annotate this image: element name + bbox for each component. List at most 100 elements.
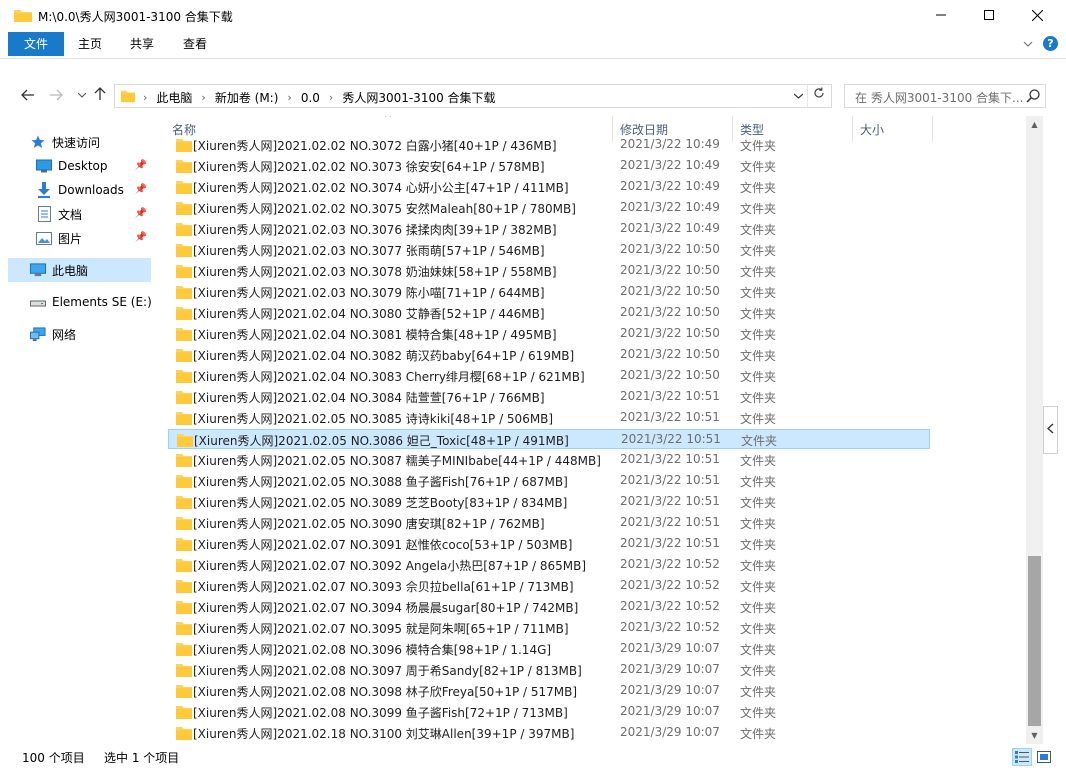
- chevron-right-icon[interactable]: ›: [143, 91, 147, 104]
- file-row[interactable]: [Xiuren秀人网]2021.02.04 NO.3081 模特合集[48+1P…: [168, 324, 930, 344]
- tab-home[interactable]: 主页: [66, 32, 114, 56]
- file-row[interactable]: [Xiuren秀人网]2021.02.05 NO.3085 诗诗kiki[48+…: [168, 408, 930, 428]
- minimize-button[interactable]: [918, 0, 964, 30]
- file-row[interactable]: [Xiuren秀人网]2021.02.08 NO.3099 鱼子酱Fish[72…: [168, 702, 930, 722]
- search-icon[interactable]: [1025, 88, 1041, 104]
- large-icons-view-button[interactable]: [1034, 748, 1054, 766]
- up-button[interactable]: [90, 86, 110, 106]
- file-type: 文件夹: [740, 559, 777, 573]
- file-row[interactable]: [Xiuren秀人网]2021.02.07 NO.3094 杨晨晨sugar[8…: [168, 597, 930, 617]
- tab-file[interactable]: 文件: [8, 32, 64, 56]
- column-divider[interactable]: [932, 116, 933, 142]
- file-row[interactable]: [Xiuren秀人网]2021.02.05 NO.3090 唐安琪[82+1P …: [168, 513, 930, 533]
- folder-icon: [176, 307, 192, 320]
- refresh-button[interactable]: [807, 85, 829, 107]
- expand-ribbon-icon[interactable]: [1023, 40, 1033, 48]
- file-row[interactable]: [Xiuren秀人网]2021.02.05 NO.3089 芝芝Booty[83…: [168, 492, 930, 512]
- chevron-right-icon[interactable]: ›: [201, 91, 205, 104]
- file-name: [Xiuren秀人网]2021.02.04 NO.3083 Cherry绯月樱[…: [193, 370, 585, 384]
- pin-icon[interactable]: 📌: [135, 160, 147, 171]
- file-name: [Xiuren秀人网]2021.02.02 NO.3075 安然Maleah[8…: [193, 202, 576, 216]
- file-name: [Xiuren秀人网]2021.02.08 NO.3097 周于希Sandy[8…: [193, 664, 582, 678]
- search-box[interactable]: 在 秀人网3001-3100 合集下...: [844, 84, 1046, 108]
- file-date: 2021/3/29 10:07: [620, 725, 720, 739]
- nav-network[interactable]: 网络: [30, 322, 151, 346]
- file-row[interactable]: [Xiuren秀人网]2021.02.02 NO.3074 心妍小公主[47+1…: [168, 177, 930, 197]
- file-name: [Xiuren秀人网]2021.02.03 NO.3077 张雨萌[57+1P …: [193, 244, 545, 258]
- file-row[interactable]: [Xiuren秀人网]2021.02.05 NO.3086 妲己_Toxic[4…: [168, 429, 930, 449]
- file-type: 文件夹: [740, 412, 777, 426]
- file-row[interactable]: [Xiuren秀人网]2021.02.03 NO.3076 揉揉肉肉[39+1P…: [168, 219, 930, 239]
- file-date: 2021/3/22 10:52: [620, 578, 720, 592]
- file-date: 2021/3/22 10:52: [620, 620, 720, 634]
- file-row[interactable]: [Xiuren秀人网]2021.02.02 NO.3073 徐安安[64+1P …: [168, 156, 930, 176]
- chevron-right-icon[interactable]: ›: [287, 91, 291, 104]
- folder-icon: [176, 727, 192, 740]
- file-row[interactable]: [Xiuren秀人网]2021.02.02 NO.3072 白露小猪[40+1P…: [168, 135, 930, 155]
- file-row[interactable]: [Xiuren秀人网]2021.02.08 NO.3097 周于希Sandy[8…: [168, 660, 930, 680]
- file-name: [Xiuren秀人网]2021.02.02 NO.3072 白露小猪[40+1P…: [193, 139, 557, 153]
- file-row[interactable]: [Xiuren秀人网]2021.02.04 NO.3084 陆萱萱[76+1P …: [168, 387, 930, 407]
- file-date: 2021/3/22 10:50: [620, 242, 720, 256]
- chevron-right-icon[interactable]: ›: [329, 91, 333, 104]
- help-icon[interactable]: ?: [1043, 36, 1058, 51]
- file-row[interactable]: [Xiuren秀人网]2021.02.07 NO.3095 就是阿朱啊[65+1…: [168, 618, 930, 638]
- file-row[interactable]: [Xiuren秀人网]2021.02.05 NO.3087 糯美子MINIbab…: [168, 450, 930, 470]
- nav-desktop[interactable]: Desktop 📌: [36, 154, 151, 178]
- tab-share[interactable]: 共享: [118, 32, 166, 56]
- file-name: [Xiuren秀人网]2021.02.03 NO.3078 奶油妹妹[58+1P…: [193, 265, 557, 279]
- scrollbar-thumb[interactable]: [1028, 556, 1041, 726]
- recent-locations-button[interactable]: [72, 86, 92, 106]
- address-history-button[interactable]: [791, 87, 805, 105]
- file-row[interactable]: [Xiuren秀人网]2021.02.07 NO.3093 佘贝拉bella[6…: [168, 576, 930, 596]
- back-button[interactable]: [18, 86, 38, 106]
- breadcrumb-drive-m[interactable]: 新加卷 (M:): [215, 89, 279, 106]
- preview-pane-toggle[interactable]: [1043, 406, 1058, 454]
- nav-this-pc[interactable]: 此电脑: [8, 258, 151, 282]
- nav-quick-access[interactable]: 快速访问: [30, 130, 173, 154]
- forward-button[interactable]: [46, 86, 66, 106]
- file-row[interactable]: [Xiuren秀人网]2021.02.04 NO.3083 Cherry绯月樱[…: [168, 366, 930, 386]
- file-row[interactable]: [Xiuren秀人网]2021.02.07 NO.3091 赵惟依coco[53…: [168, 534, 930, 554]
- file-date: 2021/3/22 10:50: [620, 284, 720, 298]
- pin-icon[interactable]: 📌: [135, 184, 147, 195]
- tab-view[interactable]: 查看: [171, 32, 219, 56]
- nav-pictures[interactable]: 图片 📌: [36, 226, 151, 250]
- details-view-button[interactable]: [1012, 748, 1032, 766]
- back-arrow-icon: [21, 89, 34, 101]
- nav-label: 网络: [52, 327, 77, 342]
- file-row[interactable]: [Xiuren秀人网]2021.02.08 NO.3096 模特合集[98+1P…: [168, 639, 930, 659]
- file-name: [Xiuren秀人网]2021.02.05 NO.3085 诗诗kiki[48+…: [193, 412, 554, 426]
- file-row[interactable]: [Xiuren秀人网]2021.02.08 NO.3098 林子欣Freya[5…: [168, 681, 930, 701]
- file-row[interactable]: [Xiuren秀人网]2021.02.04 NO.3082 萌汉药baby[64…: [168, 345, 930, 365]
- breadcrumb-this-pc[interactable]: 此电脑: [156, 89, 192, 106]
- breadcrumb-folder-0-0[interactable]: 0.0: [301, 91, 320, 105]
- file-row[interactable]: [Xiuren秀人网]2021.02.02 NO.3075 安然Maleah[8…: [168, 198, 930, 218]
- file-row[interactable]: [Xiuren秀人网]2021.02.07 NO.3092 Angela小热巴[…: [168, 555, 930, 575]
- file-row[interactable]: [Xiuren秀人网]2021.02.04 NO.3080 艾静香[52+1P …: [168, 303, 930, 323]
- vertical-scrollbar[interactable]: ▲ ▼: [1026, 116, 1043, 744]
- pin-icon[interactable]: 📌: [135, 232, 147, 243]
- address-bar[interactable]: › 此电脑 › 新加卷 (M:) › 0.0 › 秀人网3001-3100 合集…: [114, 84, 832, 108]
- file-name: [Xiuren秀人网]2021.02.04 NO.3082 萌汉药baby[64…: [193, 349, 575, 363]
- nav-downloads[interactable]: Downloads 📌: [36, 178, 151, 202]
- file-row[interactable]: [Xiuren秀人网]2021.02.03 NO.3077 张雨萌[57+1P …: [168, 240, 930, 260]
- nav-documents[interactable]: 文档 📌: [36, 202, 151, 226]
- breadcrumb-current-folder[interactable]: 秀人网3001-3100 合集下载: [342, 89, 495, 106]
- file-name: [Xiuren秀人网]2021.02.04 NO.3081 模特合集[48+1P…: [193, 328, 557, 342]
- file-row[interactable]: [Xiuren秀人网]2021.02.03 NO.3079 陈小喵[71+1P …: [168, 282, 930, 302]
- maximize-button[interactable]: [966, 0, 1012, 30]
- refresh-icon: [813, 87, 824, 98]
- file-row[interactable]: [Xiuren秀人网]2021.02.05 NO.3088 鱼子酱Fish[76…: [168, 471, 930, 491]
- scroll-down-button[interactable]: ▼: [1026, 727, 1043, 744]
- folder-icon: [176, 139, 192, 152]
- file-row[interactable]: [Xiuren秀人网]2021.02.03 NO.3078 奶油妹妹[58+1P…: [168, 261, 930, 281]
- search-input[interactable]: 在 秀人网3001-3100 合集下...: [855, 89, 1023, 106]
- computer-icon: [30, 262, 46, 278]
- nav-external-drive[interactable]: Elements SE (E:): [30, 290, 152, 314]
- large-icons-view-icon: [1037, 751, 1051, 763]
- close-button[interactable]: [1014, 0, 1060, 30]
- file-row[interactable]: [Xiuren秀人网]2021.02.18 NO.3100 刘艾琳Allen[3…: [168, 723, 930, 743]
- pin-icon[interactable]: 📌: [135, 208, 147, 219]
- scroll-up-button[interactable]: ▲: [1026, 116, 1043, 133]
